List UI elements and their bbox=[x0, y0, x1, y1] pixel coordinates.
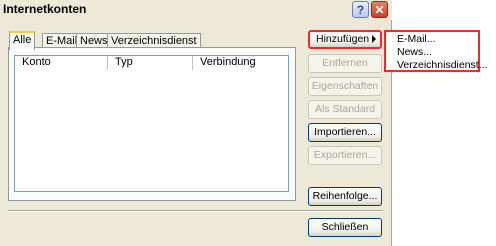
properties-button[interactable]: Eigenschaften bbox=[308, 77, 382, 96]
column-header-type[interactable]: Typ bbox=[108, 56, 193, 70]
menu-item-news[interactable]: News... bbox=[397, 46, 432, 59]
menu-item-directory-service[interactable]: Verzeichnisdienst... bbox=[397, 59, 487, 72]
remove-button[interactable]: Entfernen bbox=[308, 54, 382, 73]
close-button[interactable]: Schließen bbox=[308, 218, 382, 237]
title-bar: Internetkonten ? ✕ bbox=[0, 0, 392, 20]
tab-directory-service[interactable]: Verzeichnisdienst bbox=[107, 33, 201, 48]
tab-all[interactable]: Alle bbox=[9, 31, 36, 50]
add-button-label: Hinzufügen bbox=[316, 33, 370, 45]
accounts-list[interactable]: Konto Typ Verbindung bbox=[14, 55, 289, 192]
import-button[interactable]: Importieren... bbox=[308, 123, 382, 142]
add-submenu: E-Mail... News... Verzeichnisdienst... bbox=[384, 30, 487, 72]
add-button[interactable]: Hinzufügen bbox=[308, 30, 382, 49]
close-window-button[interactable]: ✕ bbox=[371, 1, 388, 18]
submenu-arrow-icon bbox=[372, 35, 376, 43]
separator bbox=[8, 210, 383, 212]
help-button[interactable]: ? bbox=[352, 1, 369, 18]
column-header-connection[interactable]: Verbindung bbox=[193, 56, 288, 70]
order-button[interactable]: Reihenfolge... bbox=[308, 187, 382, 206]
set-default-button[interactable]: Als Standard bbox=[308, 100, 382, 119]
internet-accounts-dialog: Internetkonten ? ✕ Alle E-Mail News Verz… bbox=[0, 0, 392, 246]
export-button[interactable]: Exportieren... bbox=[308, 146, 382, 165]
window-title: Internetkonten bbox=[3, 2, 87, 16]
tab-panel: Konto Typ Verbindung bbox=[8, 47, 296, 201]
column-header-account[interactable]: Konto bbox=[15, 56, 108, 70]
menu-item-email[interactable]: E-Mail... bbox=[397, 33, 436, 46]
